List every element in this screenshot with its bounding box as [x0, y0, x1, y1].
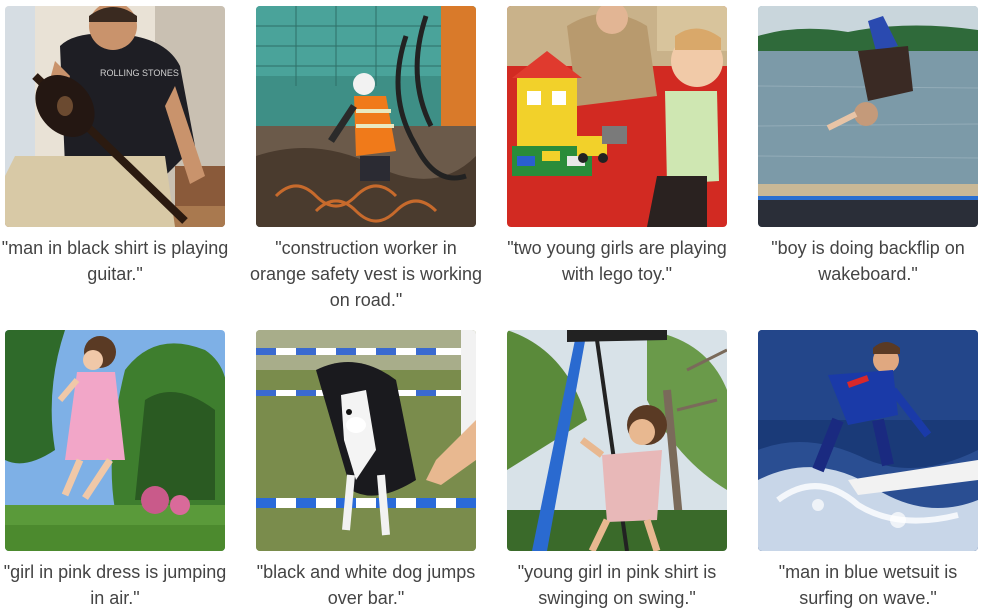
photo-girl-on-swing — [507, 330, 727, 551]
photo-construction-worker — [256, 6, 476, 227]
photo-girl-jumping — [5, 330, 225, 551]
caption: "man in blue wetsuit is surfing on wave.… — [778, 562, 958, 608]
card-guitar: ROLLING STONES "man in black shirt is pl… — [2, 6, 228, 287]
caption: "boy is doing backflip on wakeboard." — [771, 238, 965, 284]
photo-man-playing-guitar: ROLLING STONES — [5, 6, 225, 227]
card-construction: "construction worker in orange safety ve… — [250, 6, 482, 313]
card-lego: "two young girls are playing with lego t… — [507, 6, 727, 287]
card-surfing: "man in blue wetsuit is surfing on wave.… — [758, 330, 978, 611]
caption: "man in black shirt is playing guitar." — [1, 238, 229, 284]
caption: "girl in pink dress is jumping in air." — [3, 562, 227, 608]
shirt-print: ROLLING STONES — [100, 68, 179, 78]
photo-girls-with-lego — [507, 6, 727, 227]
caption: "black and white dog jumps over bar." — [256, 562, 476, 608]
caption: "young girl in pink shirt is swinging on… — [517, 562, 717, 608]
card-backflip: "boy is doing backflip on wakeboard." — [758, 6, 978, 287]
photo-man-surfing — [758, 330, 978, 551]
image-caption-grid: ROLLING STONES "man in black shirt is pl… — [0, 0, 982, 614]
photo-dog-jumping-bar — [256, 330, 476, 551]
photo-boy-backflip — [758, 6, 978, 227]
card-swing: "young girl in pink shirt is swinging on… — [507, 330, 727, 611]
card-pink-dress: "girl in pink dress is jumping in air." — [4, 330, 226, 611]
caption: "construction worker in orange safety ve… — [249, 238, 483, 310]
caption: "two young girls are playing with lego t… — [507, 238, 727, 284]
card-dog: "black and white dog jumps over bar." — [256, 330, 476, 611]
